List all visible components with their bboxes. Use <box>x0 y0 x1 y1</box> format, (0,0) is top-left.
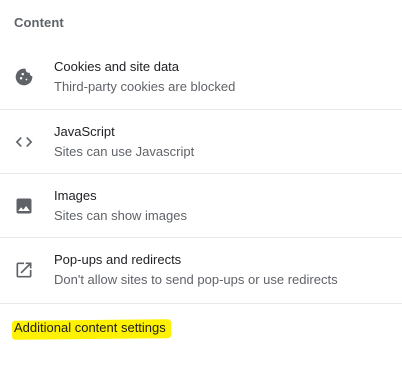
popups-and-redirects-row[interactable]: Pop-ups and redirects Don't allow sites … <box>0 237 402 301</box>
images-sublabel: Sites can show images <box>54 208 187 223</box>
javascript-sublabel: Sites can use Javascript <box>54 144 195 159</box>
popups-label: Pop-ups and redirects <box>54 252 182 267</box>
cookies-and-site-data-row[interactable]: Cookies and site data Third-party cookie… <box>0 45 402 109</box>
images-label: Images <box>54 188 97 203</box>
cookies-sublabel: Third-party cookies are blocked <box>54 79 236 94</box>
additional-content-settings-link[interactable]: Additional content settings <box>14 320 166 335</box>
image-icon <box>14 196 34 216</box>
section-title: Content <box>14 15 64 30</box>
open-in-new-icon <box>14 260 34 280</box>
cookies-label: Cookies and site data <box>54 59 180 74</box>
code-icon <box>14 132 34 152</box>
content-settings-list: Cookies and site data Third-party cookie… <box>0 45 402 301</box>
cookie-icon <box>14 67 34 87</box>
popups-sublabel: Don't allow sites to send pop-ups or use… <box>54 272 338 287</box>
images-row[interactable]: Images Sites can show images <box>0 173 402 237</box>
javascript-label: JavaScript <box>54 124 115 139</box>
section-divider <box>0 303 402 304</box>
javascript-row[interactable]: JavaScript Sites can use Javascript <box>0 109 402 173</box>
additional-content-settings-label: Additional content settings <box>14 320 166 335</box>
